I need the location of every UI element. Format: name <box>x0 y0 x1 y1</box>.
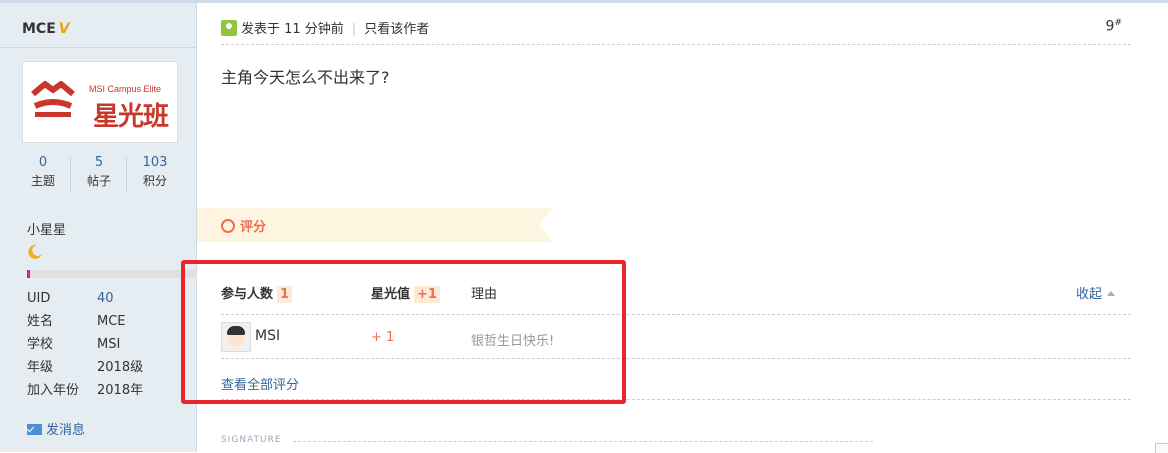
author-stats: 0 主题 5 帖子 103 积分 <box>22 155 176 197</box>
circle-icon <box>221 219 235 233</box>
only-author-link[interactable]: 只看该作者 <box>364 22 429 37</box>
divider <box>126 157 127 193</box>
send-message-button[interactable]: 发消息 <box>27 419 85 438</box>
highlight-box <box>181 260 626 404</box>
stat-threads[interactable]: 0 主题 <box>18 155 68 189</box>
collapse-button[interactable]: 收起 <box>1076 283 1115 302</box>
avatar[interactable]: MSI Campus Elite 星光班 <box>22 61 178 143</box>
post-time: 发表于 11 分钟前 <box>241 22 344 37</box>
mail-icon <box>27 424 42 435</box>
user-online-icon <box>221 20 237 36</box>
divider <box>221 44 1131 45</box>
stat-credits[interactable]: 103 积分 <box>130 155 180 189</box>
rating-banner: 评分 <box>197 208 553 242</box>
rank-title[interactable]: 小星星 <box>27 219 66 238</box>
info-school: 学校 MSI <box>27 337 121 352</box>
logo-text-cn: 星光班 <box>93 102 169 132</box>
verified-badge-icon: V <box>58 21 70 37</box>
uid-link[interactable]: 40 <box>97 289 114 309</box>
rank-progress-bar <box>27 270 197 278</box>
signature-label: SIGNATURE <box>221 435 282 445</box>
author-info: UID 40 姓名 MCE 学校 MSI 年级 2018级 加入年份 2018年 <box>27 289 187 404</box>
author-name[interactable]: MCE V <box>22 21 70 37</box>
divider <box>293 441 873 442</box>
info-join-year: 加入年份 2018年 <box>27 383 144 398</box>
floor-number[interactable]: 9# <box>1106 18 1122 35</box>
divider <box>70 157 71 193</box>
post-meta: 发表于 11 分钟前 | 只看该作者 <box>221 18 429 37</box>
rating-title: 评分 <box>240 220 267 235</box>
info-name: 姓名 MCE <box>27 314 126 329</box>
moon-icon <box>28 244 42 259</box>
divider <box>0 47 196 48</box>
post-content: 主角今天怎么不出来了? <box>221 68 390 87</box>
logo-text-en: MSI Campus Elite <box>89 84 162 94</box>
author-sidebar: MCE V MSI Campus Elite 星光班 0 主题 5 帖子 103 … <box>0 3 197 452</box>
info-grade: 年级 2018级 <box>27 360 144 375</box>
rank-progress-fill <box>27 270 31 278</box>
caret-up-icon <box>1107 291 1115 296</box>
separator: | <box>351 22 357 37</box>
info-uid: UID 40 <box>27 289 187 312</box>
stat-posts[interactable]: 5 帖子 <box>74 155 124 189</box>
